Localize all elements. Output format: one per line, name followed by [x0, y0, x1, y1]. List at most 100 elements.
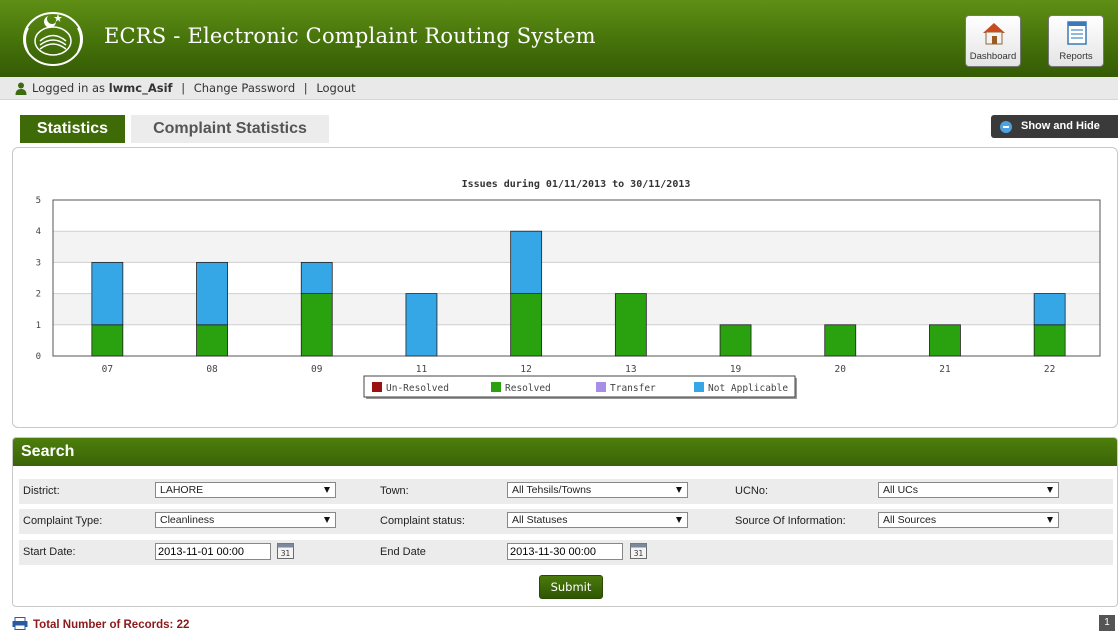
x-tick-label: 07: [102, 364, 113, 375]
x-tick-label: 12: [520, 364, 531, 375]
bar-segment: [91, 262, 124, 326]
y-tick-label: 2: [36, 290, 41, 300]
complaint-type-value: Cleanliness: [160, 514, 215, 526]
user-bar: Logged in as lwmc_Asif | Change Password…: [0, 77, 1118, 100]
x-tick-label: 21: [939, 364, 951, 375]
x-tick-label: 08: [206, 364, 218, 375]
complaint-type-label: Complaint Type:: [23, 515, 103, 527]
legend-label: Not Applicable: [708, 383, 788, 394]
dropdown-arrow-icon: [676, 487, 682, 493]
ucno-select[interactable]: All UCs: [878, 482, 1059, 498]
home-icon: [983, 23, 1005, 45]
calendar-icon[interactable]: 31: [277, 541, 294, 559]
legend-label: Transfer: [610, 383, 656, 394]
calendar-day: 31: [281, 549, 291, 558]
dropdown-arrow-icon: [324, 487, 330, 493]
report-document-icon: [1067, 21, 1087, 45]
search-panel: Search District: LAHORE Town: All Tehsil…: [12, 437, 1118, 607]
x-tick-label: 20: [835, 364, 847, 375]
ucno-value: All UCs: [883, 484, 919, 496]
user-icon: [15, 82, 27, 95]
show-hide-label: Show and Hide: [1021, 120, 1100, 132]
bar-segment: [300, 293, 333, 357]
logged-in-prefix: Logged in as: [32, 81, 106, 95]
bar-segment: [196, 262, 228, 326]
punjab-logo-icon: [23, 12, 83, 66]
bar-segment: [510, 293, 543, 357]
district-value: LAHORE: [160, 484, 204, 496]
separator: |: [181, 81, 186, 95]
bar-segment: [614, 293, 647, 357]
search-row-complaint: Complaint Type: Cleanliness Complaint st…: [19, 509, 1113, 534]
calendar-icon[interactable]: 31: [630, 541, 647, 559]
bar-segment: [510, 230, 543, 294]
logout-link[interactable]: Logout: [316, 81, 355, 95]
app-header: ECRS - Electronic Complaint Routing Syst…: [0, 0, 1118, 77]
chart-panel: 0 1 2 3 4 5 Issues during 01/11/2013 to 30/11/…: [12, 147, 1118, 428]
ucno-label: UCNo:: [735, 485, 769, 497]
legend-swatch: [596, 382, 606, 392]
calendar-day: 31: [634, 549, 644, 558]
plot-band: [53, 231, 1100, 263]
search-heading: Search: [13, 438, 1117, 466]
bar-segment: [91, 324, 124, 357]
search-row-location: District: LAHORE Town: All Tehsils/Towns…: [19, 479, 1113, 504]
bar-segment: [1033, 324, 1066, 357]
bar-segment: [719, 324, 752, 357]
y-tick-label: 0: [36, 352, 41, 362]
bar-segment: [300, 262, 333, 295]
change-password-link[interactable]: Change Password: [194, 81, 295, 95]
print-icon[interactable]: [12, 617, 28, 630]
town-label: Town:: [380, 485, 409, 497]
x-tick-label: 09: [311, 364, 323, 375]
town-value: All Tehsils/Towns: [512, 484, 592, 496]
tab-complaint-statistics[interactable]: Complaint Statistics: [131, 115, 329, 143]
y-tick-label: 5: [36, 196, 41, 206]
reports-button[interactable]: Reports: [1048, 15, 1104, 67]
source-select[interactable]: All Sources: [878, 512, 1059, 528]
district-select[interactable]: LAHORE: [155, 482, 336, 498]
total-records: Total Number of Records: 22: [12, 617, 189, 631]
x-tick-label: 11: [416, 364, 428, 375]
source-value: All Sources: [883, 514, 937, 526]
legend-swatch: [372, 382, 382, 392]
legend-swatch: [694, 382, 704, 392]
dashboard-button[interactable]: Dashboard: [965, 15, 1021, 67]
tab-statistics[interactable]: Statistics: [20, 115, 125, 143]
legend-label: Resolved: [505, 383, 551, 394]
dropdown-arrow-icon: [1047, 517, 1053, 523]
dropdown-arrow-icon: [1047, 487, 1053, 493]
legend-swatch: [491, 382, 501, 392]
legend-label: Un-Resolved: [386, 383, 449, 394]
dashboard-label: Dashboard: [969, 51, 1017, 62]
dropdown-arrow-icon: [676, 517, 682, 523]
submit-button[interactable]: Submit: [539, 575, 603, 599]
y-tick-label: 1: [36, 321, 41, 331]
source-label: Source Of Information:: [735, 515, 846, 527]
complaint-status-value: All Statuses: [512, 514, 568, 526]
complaint-status-label: Complaint status:: [380, 515, 465, 527]
app-title: ECRS - Electronic Complaint Routing Syst…: [104, 24, 596, 48]
bar-segment: [824, 324, 857, 357]
complaint-status-select[interactable]: All Statuses: [507, 512, 688, 528]
search-row-dates: Start Date: 31 End Date 31: [19, 540, 1113, 565]
town-select[interactable]: All Tehsils/Towns: [507, 482, 688, 498]
page-1-button[interactable]: 1: [1099, 615, 1115, 631]
plot-band: [53, 200, 1100, 232]
y-tick-label: 4: [36, 227, 41, 237]
dropdown-arrow-icon: [324, 517, 330, 523]
start-date-input[interactable]: [155, 543, 271, 560]
bar-segment: [929, 324, 961, 357]
complaint-type-select[interactable]: Cleanliness: [155, 512, 336, 528]
x-tick-label: 22: [1044, 364, 1055, 375]
show-hide-button[interactable]: Show and Hide: [991, 115, 1118, 138]
username: lwmc_Asif: [108, 81, 173, 95]
reports-label: Reports: [1059, 51, 1093, 62]
total-label: Total Number of Records:: [33, 619, 174, 631]
end-date-input[interactable]: [507, 543, 623, 560]
chart-title: Issues during 01/11/2013 to 30/11/2013: [462, 178, 691, 190]
district-label: District:: [23, 485, 60, 497]
start-date-label: Start Date:: [23, 546, 76, 558]
separator: |: [303, 81, 308, 95]
bar-segment: [196, 324, 228, 357]
